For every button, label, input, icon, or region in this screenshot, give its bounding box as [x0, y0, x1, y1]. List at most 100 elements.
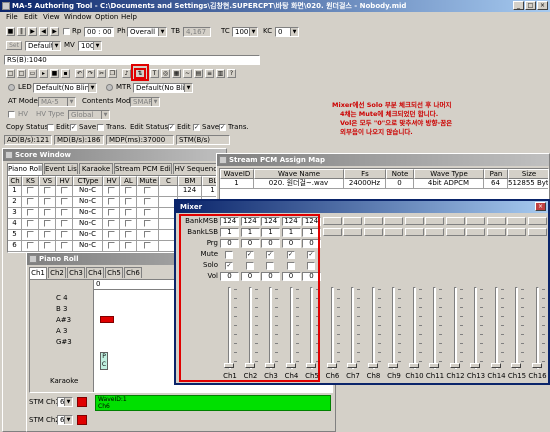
volume-slider-track[interactable] — [453, 287, 457, 369]
volume-slider-thumb[interactable] — [408, 363, 419, 368]
fast-forward-icon[interactable]: ▶ — [50, 27, 59, 36]
row-checkbox[interactable] — [124, 230, 132, 238]
row-checkbox[interactable] — [124, 219, 132, 227]
row-checkbox[interactable] — [60, 208, 68, 216]
cell-checkbox[interactable] — [56, 197, 73, 208]
score-col-8[interactable]: C — [159, 176, 178, 186]
row-checkbox[interactable] — [43, 208, 51, 216]
row-checkbox[interactable] — [144, 241, 151, 249]
play-icon[interactable]: ▶ — [28, 27, 37, 36]
volume-slider-thumb[interactable] — [367, 363, 378, 368]
volume-slider-track[interactable] — [351, 287, 354, 369]
cell-checkbox[interactable] — [39, 230, 56, 241]
stm-wave-bar[interactable]: WaveID:1 Ch6 — [95, 395, 331, 411]
undo-icon[interactable]: ↶ — [75, 69, 84, 78]
edit-trans-checkbox[interactable]: ✓ — [219, 124, 226, 131]
pr-tab-ch5[interactable]: Ch5 — [105, 267, 123, 278]
edit-edit-checkbox[interactable]: ✓ — [168, 124, 175, 131]
cell-checkbox[interactable] — [137, 241, 159, 252]
cell-checkbox[interactable] — [22, 230, 39, 241]
pr-tab-ch1[interactable]: Ch1 — [29, 267, 47, 279]
row-checkbox[interactable] — [124, 186, 132, 194]
score-col-1[interactable]: KS — [22, 176, 39, 186]
redo-icon[interactable]: ↷ — [86, 69, 95, 78]
row-checkbox[interactable] — [26, 241, 34, 249]
rp-checkbox[interactable] — [63, 28, 70, 35]
cell-checkbox[interactable] — [103, 230, 120, 241]
cell-checkbox[interactable] — [56, 230, 73, 241]
mv-dropdown[interactable]: 100 ▼ — [78, 41, 102, 51]
row-checkbox[interactable] — [60, 186, 68, 194]
tab-stream-pcm-edit[interactable]: Stream PCM Edit — [114, 163, 172, 174]
cell-checkbox[interactable] — [39, 186, 56, 197]
score-col-5[interactable]: HV — [103, 176, 120, 186]
cell-checkbox[interactable] — [56, 186, 73, 197]
hv-type-dropdown[interactable]: Global ▼ — [68, 110, 110, 120]
cell-checkbox[interactable] — [103, 197, 120, 208]
default-dropdown[interactable]: Default ▼ — [25, 41, 61, 51]
row-checkbox[interactable] — [124, 197, 132, 205]
pr-tab-ch3[interactable]: Ch3 — [67, 267, 85, 278]
stm-ch1-color[interactable] — [77, 397, 87, 407]
volume-slider-track[interactable] — [474, 287, 477, 369]
copy-save-checkbox[interactable]: ✓ — [70, 124, 77, 131]
tab-piano-roll[interactable]: Piano Roll — [7, 163, 43, 175]
score-col-0[interactable]: Ch — [8, 176, 22, 186]
help-icon[interactable]: ? — [227, 69, 236, 78]
row-checkbox[interactable] — [26, 230, 34, 238]
new-file-2-icon[interactable]: □ — [17, 69, 26, 78]
score-col-3[interactable]: HV — [56, 176, 73, 186]
cell-checkbox[interactable] — [120, 241, 137, 252]
menu-window[interactable]: Window — [64, 13, 92, 22]
volume-slider-thumb[interactable] — [388, 363, 398, 368]
cell-checkbox[interactable] — [103, 219, 120, 230]
row-checkbox[interactable] — [144, 219, 151, 227]
stm-ch2-color[interactable] — [77, 415, 87, 425]
menu-option[interactable]: Option — [95, 13, 118, 22]
pause-icon[interactable]: ‖ — [17, 27, 26, 36]
cell-checkbox[interactable] — [137, 230, 159, 241]
menu-file[interactable]: File — [6, 13, 18, 22]
cell-checkbox[interactable] — [137, 208, 159, 219]
volume-slider-track[interactable] — [535, 287, 539, 369]
cell-checkbox[interactable] — [39, 241, 56, 252]
maximize-button[interactable]: □ — [525, 1, 536, 10]
close-button[interactable]: × — [537, 1, 548, 10]
save-icon[interactable]: ▪ — [61, 69, 70, 78]
menu-view[interactable]: View — [43, 13, 60, 22]
cell-checkbox[interactable] — [22, 219, 39, 230]
mixer-close-button[interactable]: × — [535, 202, 546, 211]
volume-slider-track[interactable] — [433, 287, 436, 369]
cell-checkbox[interactable] — [56, 208, 73, 219]
cell-checkbox[interactable] — [103, 186, 120, 197]
row-checkbox[interactable] — [26, 208, 34, 216]
cell-checkbox[interactable] — [22, 208, 39, 219]
menu-help[interactable]: Help — [121, 13, 137, 22]
stop-icon[interactable]: ■ — [6, 27, 15, 36]
volume-slider-track[interactable] — [412, 287, 416, 369]
row-checkbox[interactable] — [43, 219, 51, 227]
volume-slider-thumb[interactable] — [470, 363, 480, 368]
volume-slider-track[interactable] — [515, 287, 518, 369]
cell-checkbox[interactable] — [137, 197, 159, 208]
cell-checkbox[interactable] — [137, 219, 159, 230]
score-col-9[interactable]: BM — [178, 176, 202, 186]
row-checkbox[interactable] — [60, 241, 68, 249]
row-checkbox[interactable] — [107, 241, 115, 249]
pr-tab-ch4[interactable]: Ch4 — [86, 267, 104, 278]
row-checkbox[interactable] — [60, 197, 68, 205]
cell-checkbox[interactable] — [137, 186, 159, 197]
ph-dropdown[interactable]: Overall ▼ — [127, 27, 167, 37]
score-icon[interactable]: ♪ — [122, 69, 131, 78]
volume-slider-track[interactable] — [371, 287, 375, 369]
tc-dropdown[interactable]: 100 ▼ — [232, 27, 258, 37]
cell-checkbox[interactable] — [120, 186, 137, 197]
set-button[interactable]: Set — [6, 41, 22, 50]
led-dropdown[interactable]: Default(No Blink) ▼ — [33, 83, 97, 93]
row-checkbox[interactable] — [107, 208, 115, 216]
row-checkbox[interactable] — [144, 208, 151, 216]
grid-icon[interactable]: ▦ — [172, 69, 181, 78]
row-checkbox[interactable] — [107, 186, 115, 194]
row-checkbox[interactable] — [107, 230, 115, 238]
row-checkbox[interactable] — [60, 219, 68, 227]
